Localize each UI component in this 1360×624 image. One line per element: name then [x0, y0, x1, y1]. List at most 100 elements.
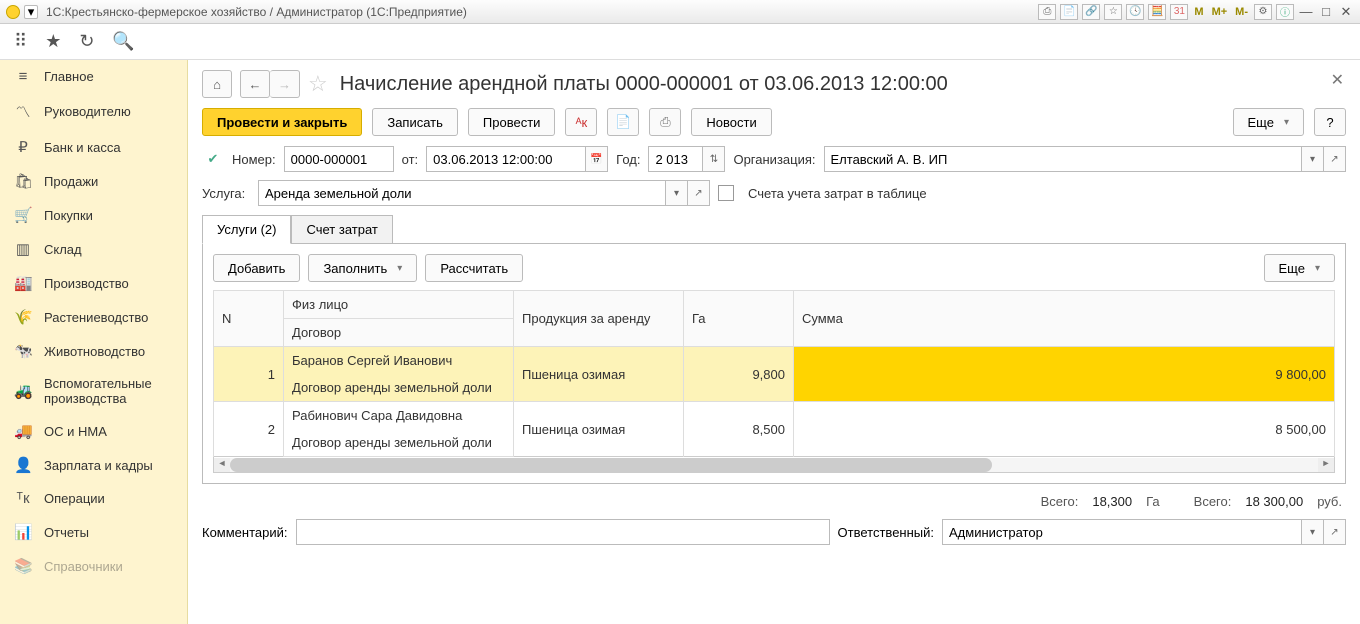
search-icon[interactable]: 🔍 — [112, 31, 134, 52]
tbl-more-button[interactable]: Еще — [1264, 254, 1335, 282]
window-minimize[interactable]: — — [1298, 4, 1314, 20]
table-row[interactable]: 1 Баранов Сергей Иванович Пшеница озимая… — [214, 347, 1335, 375]
sidebar-label: Руководителю — [44, 104, 131, 119]
sidebar-item-aux[interactable]: 🚜Вспомогательные производства — [0, 368, 187, 414]
favorites-icon[interactable]: ★ — [45, 31, 61, 52]
post-button[interactable]: Провести — [468, 108, 556, 136]
sidebar-item-warehouse[interactable]: ▥Склад — [0, 232, 187, 266]
sidebar-label: Операции — [44, 491, 105, 506]
sidebar-item-production[interactable]: 🏭Производство — [0, 266, 187, 300]
tb-m-minus[interactable]: M- — [1233, 4, 1250, 20]
favorite-star-icon[interactable]: ☆ — [308, 71, 328, 97]
help-button[interactable]: ? — [1314, 108, 1346, 136]
sidebar-item-manager[interactable]: 〽Руководителю — [0, 93, 187, 130]
tab-services[interactable]: Услуги (2) — [202, 215, 291, 244]
date-picker-icon[interactable]: 📅 — [586, 146, 608, 172]
apps-icon[interactable]: ⠿ — [14, 31, 27, 52]
col-contract[interactable]: Договор — [284, 319, 514, 347]
tab-body: Добавить Заполнить Рассчитать Еще N Физ … — [202, 243, 1346, 484]
close-tab-icon[interactable]: ✕ — [1331, 70, 1344, 90]
app-menu-dropdown[interactable]: ▾ — [24, 5, 38, 19]
add-button[interactable]: Добавить — [213, 254, 300, 282]
post-and-close-button[interactable]: Провести и закрыть — [202, 108, 362, 136]
year-label: Год: — [616, 152, 640, 167]
year-spinner-icon[interactable]: ⇅ — [703, 146, 725, 172]
sidebar-item-main[interactable]: ≡Главное — [0, 60, 187, 93]
tb-calc-icon[interactable]: 🧮 — [1148, 4, 1166, 20]
comment-input[interactable] — [296, 519, 830, 545]
date-input[interactable]: 03.06.2013 12:00:00 — [426, 146, 586, 172]
tb-icon-1[interactable]: ⎙ — [1038, 4, 1056, 20]
tabs: Услуги (2) Счет затрат — [202, 214, 1346, 243]
print-button[interactable]: ⎙ — [649, 108, 681, 136]
books-icon: 📚 — [14, 557, 32, 575]
window-close[interactable]: ✕ — [1338, 4, 1354, 20]
window-maximize[interactable]: □ — [1318, 4, 1334, 20]
scroll-thumb[interactable] — [230, 458, 992, 472]
number-input[interactable]: 0000-000001 — [284, 146, 394, 172]
table-row[interactable]: 2 Рабинович Сара Давидовна Пшеница озима… — [214, 402, 1335, 430]
org-input[interactable]: Елтавский А. В. ИП — [824, 146, 1303, 172]
resp-dropdown-icon[interactable]: ▾ — [1302, 519, 1324, 545]
sidebar-item-catalogs[interactable]: 📚Справочники — [0, 549, 187, 583]
service-open-icon[interactable]: ↗ — [688, 180, 710, 206]
year-input[interactable]: 2 013 — [648, 146, 703, 172]
calc-button[interactable]: Рассчитать — [425, 254, 523, 282]
accounts-checkbox[interactable] — [718, 185, 734, 201]
tb-m-plus[interactable]: M+ — [1210, 4, 1230, 20]
sidebar-item-bank[interactable]: ₽Банк и касса — [0, 130, 187, 164]
responsible-input[interactable]: Администратор — [942, 519, 1302, 545]
sidebar-item-crops[interactable]: 🌾 Растениеводство — [0, 300, 187, 334]
history-icon[interactable]: ↻ — [79, 31, 94, 52]
sidebar-item-reports[interactable]: 📊Отчеты — [0, 515, 187, 549]
org-open-icon[interactable]: ↗ — [1324, 146, 1346, 172]
col-product[interactable]: Продукция за аренду — [514, 291, 684, 347]
scroll-right-icon[interactable]: ► — [1318, 458, 1334, 472]
sidebar-item-operations[interactable]: ᵀкОперации — [0, 482, 187, 515]
news-button[interactable]: Новости — [691, 108, 771, 136]
tb-m[interactable]: M — [1192, 4, 1205, 20]
sidebar-item-livestock[interactable]: 🐄Животноводство — [0, 334, 187, 368]
fill-button[interactable]: Заполнить — [308, 254, 417, 282]
wheat-icon: 🌾 — [14, 308, 32, 326]
scroll-left-icon[interactable]: ◄ — [214, 458, 230, 472]
more-button[interactable]: Еще — [1233, 108, 1304, 136]
sidebar-label: Растениеводство — [44, 310, 148, 325]
tractor-icon: 🚜 — [14, 382, 32, 400]
tb-info-icon[interactable]: ⓘ — [1276, 4, 1294, 20]
responsible-label: Ответственный: — [838, 525, 934, 540]
resp-open-icon[interactable]: ↗ — [1324, 519, 1346, 545]
tb-icon-2[interactable]: 📄 — [1060, 4, 1078, 20]
nav-forward[interactable]: → — [270, 70, 300, 98]
sidebar-item-salary[interactable]: 👤Зарплата и кадры — [0, 448, 187, 482]
col-sum[interactable]: Сумма — [794, 291, 1335, 347]
dtkt-button[interactable]: ᴬк — [565, 108, 597, 136]
tb-calendar-icon[interactable]: 31 — [1170, 4, 1188, 20]
home-button[interactable]: ⌂ — [202, 70, 232, 98]
attach-button[interactable]: 📄 — [607, 108, 639, 136]
col-ha[interactable]: Га — [684, 291, 794, 347]
tb-favorite-icon[interactable]: ☆ — [1104, 4, 1122, 20]
tb-settings-icon[interactable]: ⚙ — [1254, 4, 1272, 20]
sidebar-label: Продажи — [44, 174, 98, 189]
sidebar-label: Склад — [44, 242, 82, 257]
horizontal-scrollbar[interactable]: ◄ ► — [213, 457, 1335, 473]
sidebar-label: Животноводство — [44, 344, 145, 359]
col-person[interactable]: Физ лицо — [284, 291, 514, 319]
org-dropdown-icon[interactable]: ▾ — [1302, 146, 1324, 172]
service-input[interactable]: Аренда земельной доли — [258, 180, 666, 206]
tb-history-icon[interactable]: 🕓 — [1126, 4, 1144, 20]
save-button[interactable]: Записать — [372, 108, 458, 136]
service-dropdown-icon[interactable]: ▾ — [666, 180, 688, 206]
services-table: N Физ лицо Продукция за аренду Га Сумма … — [213, 290, 1335, 457]
sidebar-item-purchases[interactable]: 🛒Покупки — [0, 198, 187, 232]
tb-icon-3[interactable]: 🔗 — [1082, 4, 1100, 20]
col-n[interactable]: N — [214, 291, 284, 347]
ruble-icon: ₽ — [14, 138, 32, 156]
reports-icon: 📊 — [14, 523, 32, 541]
cart-icon: 🛒 — [14, 206, 32, 224]
sidebar-item-assets[interactable]: 🚚ОС и НМА — [0, 414, 187, 448]
sidebar-item-sales[interactable]: 🛍Продажи — [0, 164, 187, 198]
nav-back[interactable]: ← — [240, 70, 270, 98]
tab-cost-account[interactable]: Счет затрат — [291, 215, 392, 244]
